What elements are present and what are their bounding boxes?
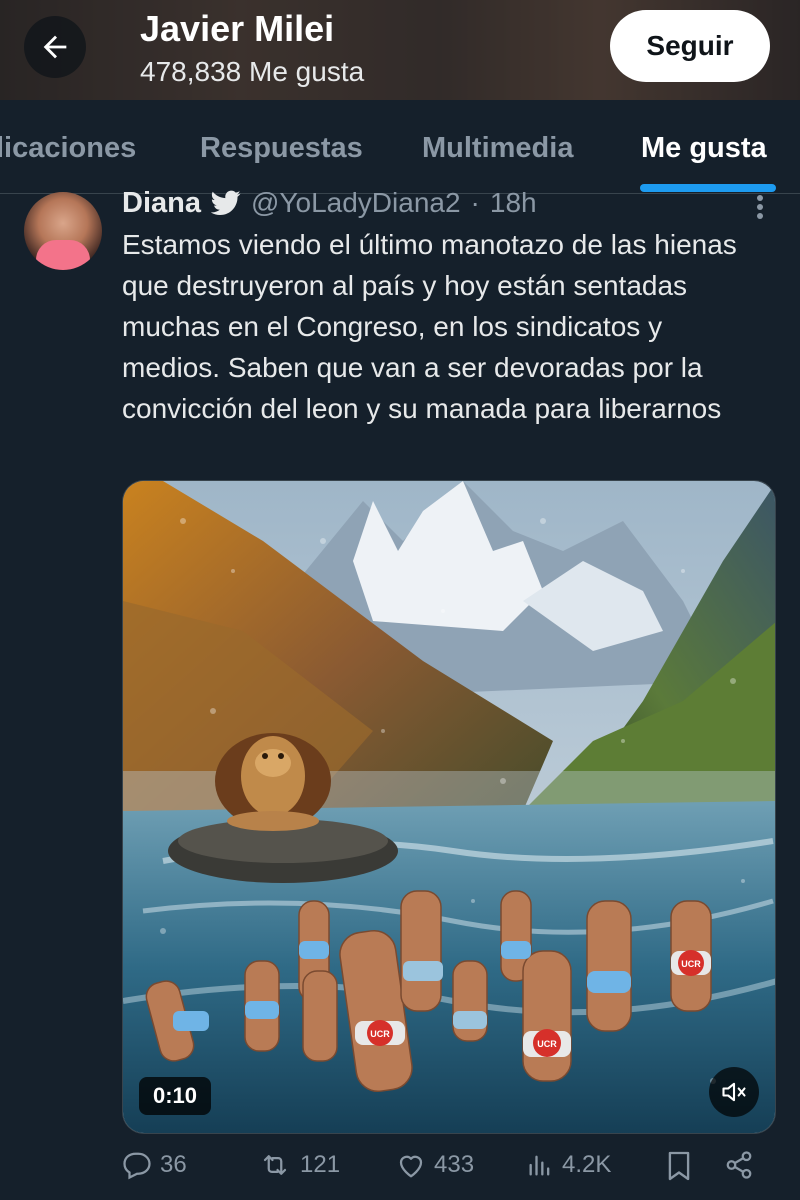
follow-button[interactable]: Seguir bbox=[610, 10, 770, 82]
retweet-count: 121 bbox=[300, 1151, 341, 1178]
bird-icon bbox=[210, 190, 241, 215]
view-count: 4.2K bbox=[562, 1151, 612, 1178]
tweet-actions: 36 121 433 4.2K bbox=[122, 1150, 782, 1194]
arrow-left-icon bbox=[43, 35, 67, 59]
share-action[interactable] bbox=[724, 1150, 754, 1180]
profile-name: Javier Milei bbox=[140, 8, 335, 49]
views-action[interactable]: 4.2K bbox=[526, 1150, 611, 1180]
tab-respuestas[interactable]: Respuestas bbox=[200, 132, 363, 165]
tweet-time[interactable]: 18h bbox=[490, 187, 537, 219]
video-thumbnail: UCR UCR UCR bbox=[123, 481, 775, 1133]
tab-me-gusta[interactable]: Me gusta bbox=[641, 132, 767, 165]
reply-icon bbox=[123, 1152, 151, 1180]
heart-icon bbox=[399, 1155, 423, 1178]
analytics-icon bbox=[529, 1155, 550, 1176]
mute-button[interactable] bbox=[709, 1067, 759, 1117]
share-icon bbox=[726, 1151, 752, 1179]
ucr-badge-2: UCR bbox=[537, 1039, 557, 1049]
tweet-header: Diana @YoLadyDiana2 · 18h bbox=[122, 186, 537, 220]
like-count: 433 bbox=[434, 1151, 475, 1178]
reply-count: 36 bbox=[160, 1151, 187, 1178]
profile-likes-count: 478,838 Me gusta bbox=[140, 56, 365, 87]
active-tab-indicator bbox=[640, 184, 776, 192]
avatar[interactable] bbox=[24, 192, 102, 270]
speaker-muted-icon bbox=[722, 1082, 746, 1102]
profile-tabs: licaciones Respuestas Multimedia Me gust… bbox=[0, 100, 800, 194]
retweet-icon bbox=[263, 1155, 287, 1175]
tab-multimedia[interactable]: Multimedia bbox=[422, 132, 573, 165]
dot-separator: · bbox=[470, 187, 480, 218]
tweet-text: Estamos viendo el último manotazo de las… bbox=[122, 229, 737, 424]
retweet-action[interactable]: 121 bbox=[258, 1150, 340, 1180]
profile-header: Javier Milei 478,838 Me gusta Seguir bbox=[0, 0, 800, 100]
ucr-badge-3: UCR bbox=[681, 959, 701, 969]
more-options-icon[interactable] bbox=[752, 194, 768, 222]
back-button[interactable] bbox=[24, 16, 86, 78]
video-duration: 0:10 bbox=[139, 1077, 212, 1115]
author-name[interactable]: Diana bbox=[122, 187, 201, 220]
bookmark-action[interactable] bbox=[666, 1150, 692, 1182]
like-action[interactable]: 433 bbox=[396, 1150, 474, 1180]
bookmark-icon bbox=[668, 1151, 690, 1181]
tweet-video[interactable]: UCR UCR UCR 0:10 bbox=[122, 480, 776, 1134]
author-handle[interactable]: @YoLadyDiana2 bbox=[251, 187, 461, 219]
reply-action[interactable]: 36 bbox=[122, 1150, 187, 1180]
ucr-badge-1: UCR bbox=[370, 1029, 390, 1039]
tab-publicaciones[interactable]: licaciones bbox=[0, 132, 136, 165]
